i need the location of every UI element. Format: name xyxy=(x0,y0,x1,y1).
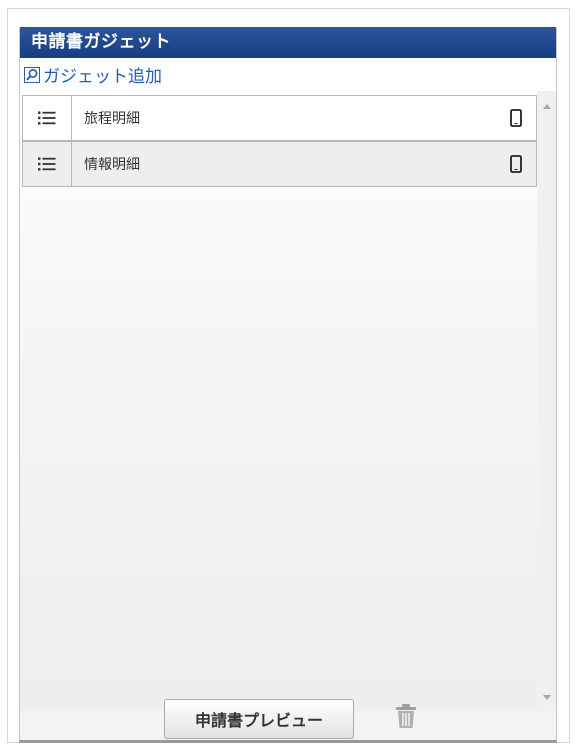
panel-footer: 申請書プレビュー xyxy=(20,699,556,740)
search-icon xyxy=(24,66,40,83)
mobile-icon[interactable] xyxy=(496,109,536,127)
trash-icon[interactable] xyxy=(394,703,418,729)
list-item[interactable]: 旅程明細 xyxy=(22,95,537,141)
gadget-list: 旅程明細 情報明細 xyxy=(20,91,537,711)
mobile-icon[interactable] xyxy=(496,155,536,173)
preview-button[interactable]: 申請書プレビュー xyxy=(164,699,354,739)
gadget-label: 情報明細 xyxy=(84,157,140,173)
scrollbar[interactable] xyxy=(538,91,556,711)
gadget-label: 旅程明細 xyxy=(84,111,140,127)
drag-handle[interactable] xyxy=(23,142,72,186)
drag-handle[interactable] xyxy=(23,96,72,140)
gadget-panel: 申請書ガジェット ガジェット追加 旅程明細 情報明細 申請書プレビュー xyxy=(19,27,557,743)
add-gadget-link[interactable]: ガジェット追加 xyxy=(20,58,556,91)
list-icon xyxy=(38,111,56,125)
scroll-down-arrow[interactable] xyxy=(543,695,551,700)
panel-title: 申請書ガジェット xyxy=(20,27,556,58)
add-gadget-label[interactable]: ガジェット追加 xyxy=(43,62,162,87)
scroll-up-arrow[interactable] xyxy=(543,104,551,109)
list-item[interactable]: 情報明細 xyxy=(22,141,537,187)
list-icon xyxy=(38,157,56,171)
